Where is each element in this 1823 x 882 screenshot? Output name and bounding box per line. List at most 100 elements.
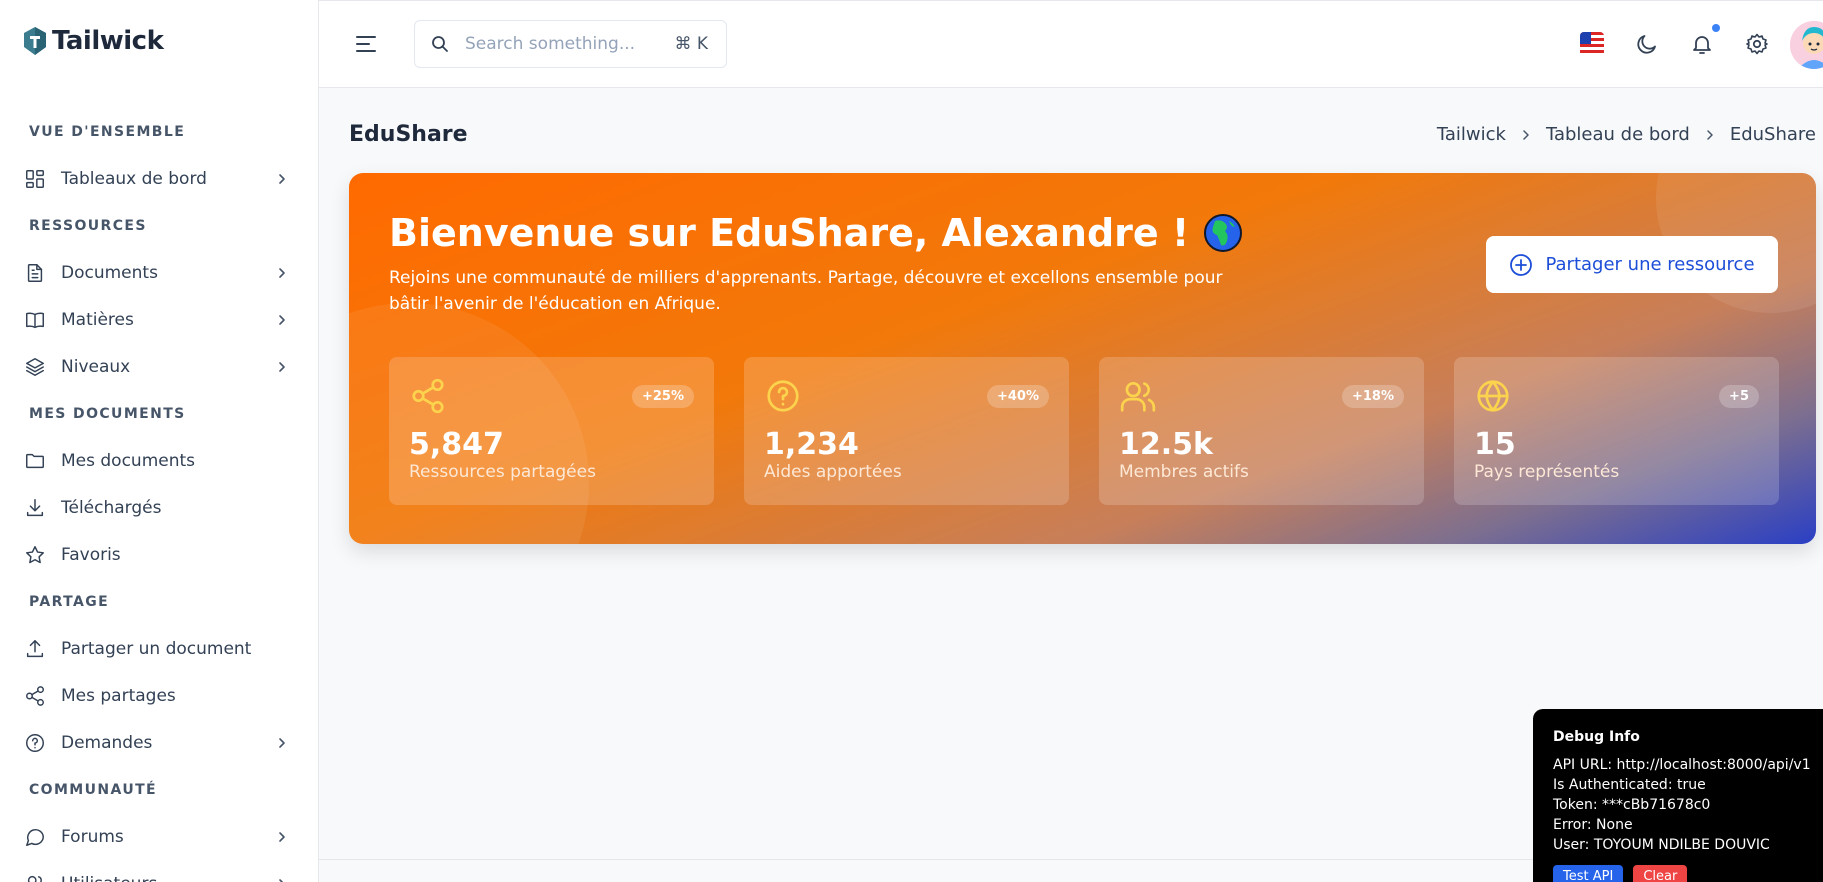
debug-panel: Debug Info API URL: http://localhost:800…	[1533, 709, 1823, 882]
nav-section-heading: RESSOURCES	[29, 217, 147, 234]
sidebar-item-label: Documents	[61, 262, 158, 283]
nav-section-heading: MES DOCUMENTS	[29, 405, 186, 422]
book-icon	[26, 312, 44, 328]
sidebar: Tailwick VUE D'ENSEMBLE Tableaux de bord R…	[0, 0, 319, 882]
stat-value: 15	[1474, 427, 1516, 462]
debug-line: API URL: http://localhost:8000/api/v1	[1553, 757, 1811, 773]
chevron-right-icon	[279, 831, 285, 842]
sidebar-item-tableaux-de-bord[interactable]: Tableaux de bord	[0, 155, 319, 202]
test-api-button[interactable]: Test API	[1553, 865, 1624, 882]
breadcrumb-item[interactable]: Tableau de bord	[1546, 124, 1690, 145]
document-icon	[27, 263, 43, 282]
users-icon	[27, 875, 42, 882]
sidebar-item-label: Partager un document	[61, 638, 252, 659]
sidebar-item-documents[interactable]: Documents	[0, 249, 319, 296]
sidebar-item-label: Matières	[61, 309, 134, 330]
sidebar-item-label: Téléchargés	[61, 497, 162, 518]
stat-value: 5,847	[409, 427, 504, 462]
debug-line: Is Authenticated: true	[1553, 777, 1706, 793]
sidebar-nav: VUE D'ENSEMBLE Tableaux de bord RESSOURCES…	[0, 108, 319, 882]
nav-section-heading: COMMUNAUTÉ	[29, 781, 158, 798]
welcome-description: Rejoins une communauté de milliers d'app…	[389, 268, 1223, 314]
avatar[interactable]	[1790, 21, 1823, 69]
folder-icon	[26, 453, 44, 468]
users-icon	[1120, 381, 1156, 412]
debug-lines: API URL: http://localhost:8000/api/v1 Is …	[1553, 755, 1811, 855]
sidebar-item-niveaux[interactable]: Niveaux	[0, 343, 319, 390]
sidebar-item-mes-partages[interactable]: Mes partages	[0, 672, 319, 719]
menu-toggle-icon[interactable]	[355, 34, 377, 54]
moon-icon[interactable]	[1635, 32, 1659, 56]
welcome-title-text: Bienvenue sur EduShare, Alexandre !	[389, 211, 1190, 255]
stat-card: +18% 12.5k Membres actifs	[1099, 357, 1424, 505]
layers-icon	[26, 357, 44, 376]
breadcrumb: Tailwick Tableau de bord EduShare	[1437, 124, 1816, 145]
stat-badge: +5	[1719, 385, 1759, 408]
search-icon	[432, 36, 448, 52]
sidebar-item-label: Mes documents	[61, 450, 196, 471]
stat-value: 12.5k	[1119, 427, 1213, 462]
avatar-icon	[1790, 21, 1823, 69]
chevron-right-icon	[279, 361, 285, 372]
search-input[interactable]: Search something...	[465, 34, 674, 54]
sidebar-item-forums[interactable]: Forums	[0, 813, 319, 860]
sidebar-item-utilisateurs[interactable]: Utilisateurs	[0, 860, 319, 882]
stats-row: +25% 5,847 Ressources partagées +40% 1,234 Ai…	[389, 357, 1779, 505]
bell-icon[interactable]	[1690, 32, 1714, 56]
share-icon	[26, 685, 44, 706]
upload-icon	[26, 639, 44, 657]
chevron-right-icon	[279, 737, 285, 748]
search-shortcut: ⌘ K	[674, 34, 708, 54]
nav-section-heading: VUE D'ENSEMBLE	[29, 123, 186, 140]
breadcrumb-item[interactable]: Tailwick	[1437, 124, 1506, 145]
sidebar-item-mes-documents[interactable]: Mes documents	[0, 437, 319, 484]
sidebar-item-label: Demandes	[61, 732, 153, 753]
breadcrumb-separator	[1520, 129, 1532, 141]
header-actions	[1543, 1, 1823, 89]
share-resource-label: Partager une ressource	[1545, 254, 1755, 275]
stat-card: +25% 5,847 Ressources partagées	[389, 357, 714, 505]
logo[interactable]: Tailwick	[24, 26, 164, 56]
nav-section-heading: PARTAGE	[29, 593, 110, 610]
stat-card: +5 15 Pays représentés	[1454, 357, 1779, 505]
share-icon	[412, 378, 444, 414]
logo-text: Tailwick	[52, 26, 164, 56]
sidebar-item-label: Mes partages	[61, 685, 176, 706]
share-resource-button[interactable]: Partager une ressource	[1486, 236, 1778, 293]
chat-icon	[26, 828, 44, 846]
page-title: EduShare	[349, 122, 468, 147]
plus-circle-icon	[1510, 253, 1533, 276]
stat-card: +40% 1,234 Aides apportées	[744, 357, 1069, 505]
clear-button[interactable]: Clear	[1633, 865, 1688, 882]
sidebar-item-matieres[interactable]: Matières	[0, 296, 319, 343]
logo-icon	[24, 27, 46, 55]
chevron-right-icon	[279, 878, 284, 882]
sidebar-item-label: Favoris	[61, 544, 121, 565]
breadcrumb-item: EduShare	[1729, 124, 1816, 145]
notification-dot	[1712, 24, 1720, 32]
sidebar-item-label: Niveaux	[61, 356, 131, 377]
chevron-right-icon	[279, 267, 285, 278]
sidebar-item-label: Tableaux de bord	[61, 168, 207, 189]
sidebar-item-demandes[interactable]: Demandes	[0, 719, 319, 766]
stat-label: Ressources partagées	[409, 462, 596, 482]
globe-emoji-icon	[1204, 214, 1243, 252]
chevron-right-icon	[279, 314, 285, 325]
star-icon	[26, 545, 44, 563]
sidebar-item-telecharges[interactable]: Téléchargés	[0, 484, 319, 531]
stat-label: Membres actifs	[1119, 462, 1249, 482]
download-icon	[26, 498, 44, 516]
sidebar-item-partager-un-document[interactable]: Partager un document	[0, 625, 319, 672]
flag-us-icon[interactable]	[1580, 32, 1604, 56]
stat-value: 1,234	[764, 427, 859, 462]
search-box[interactable]: Search something... ⌘ K	[414, 20, 727, 68]
help-circle-icon	[26, 733, 44, 752]
stat-badge: +25%	[631, 385, 694, 408]
sidebar-item-label: Utilisateurs	[61, 874, 275, 882]
debug-line: Token: ***cBb71678c0	[1553, 797, 1711, 813]
debug-line: User: TOYOUM NDILBE DOUVIC	[1553, 837, 1770, 853]
breadcrumb-separator	[1704, 129, 1716, 141]
sidebar-item-favoris[interactable]: Favoris	[0, 531, 319, 578]
gear-icon[interactable]	[1745, 32, 1769, 56]
stat-label: Pays représentés	[1474, 462, 1620, 482]
